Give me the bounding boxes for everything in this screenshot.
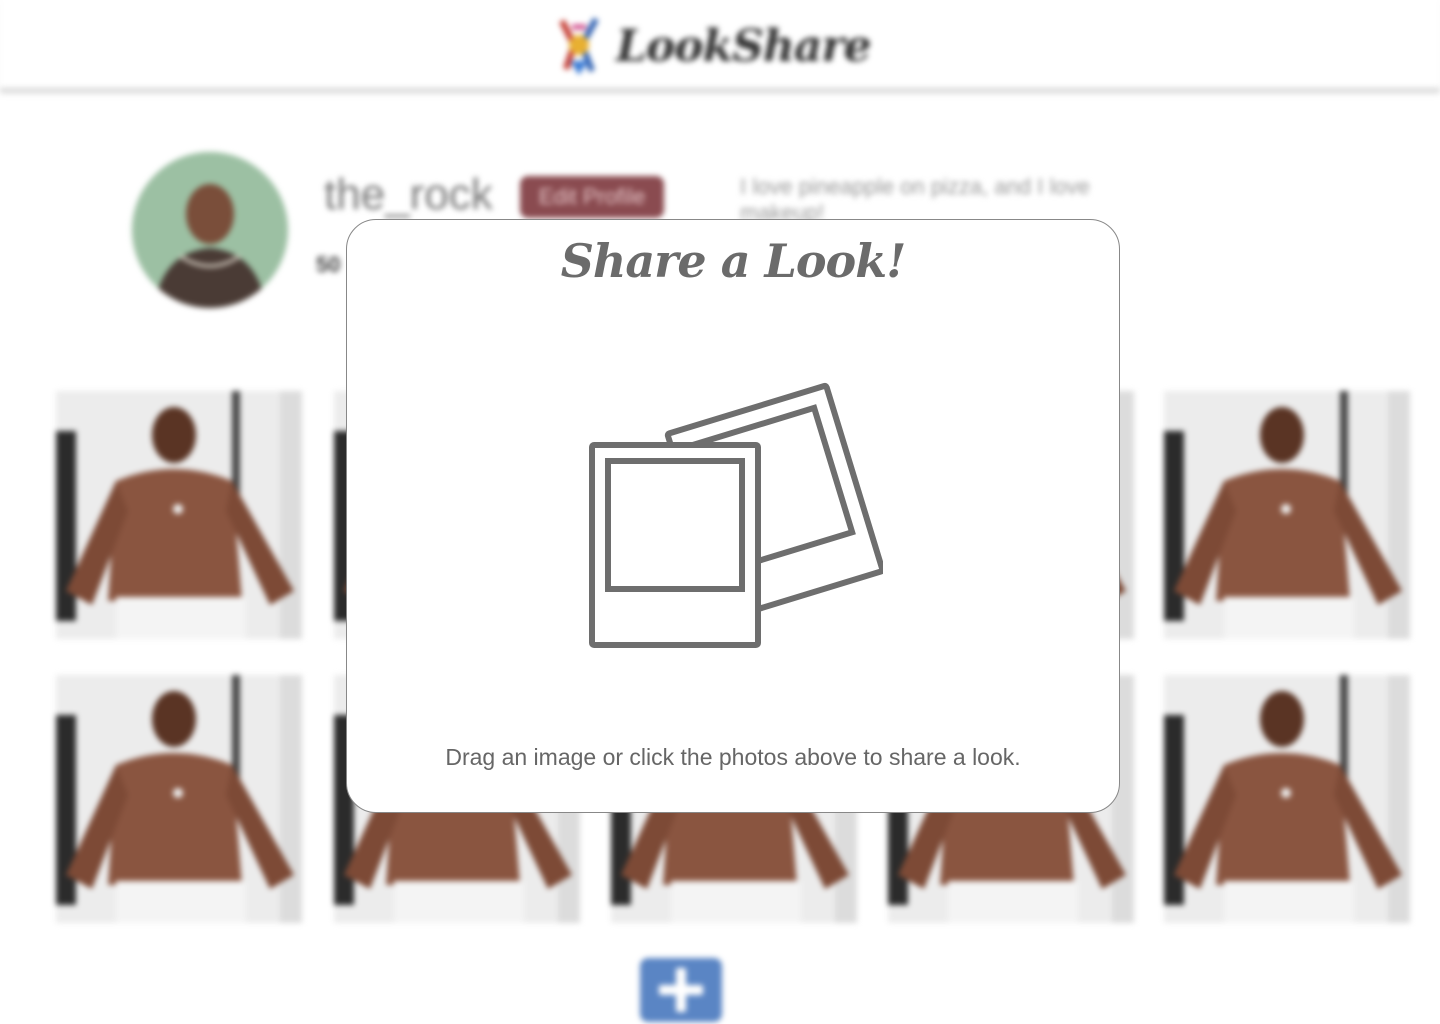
profile-username: the_rock xyxy=(324,170,493,219)
avatar[interactable] xyxy=(132,152,288,308)
app: LookShare the_rock Edit Profile I love p… xyxy=(0,0,1440,1024)
profile-stat: 50 xyxy=(316,252,341,277)
grid-photo[interactable] xyxy=(1164,675,1410,923)
edit-profile-button[interactable]: Edit Profile xyxy=(520,176,664,218)
modal-title: Share a Look! xyxy=(560,234,907,288)
modal-hint: Drag an image or click the photos above … xyxy=(445,744,1021,770)
grid-photo[interactable] xyxy=(56,391,302,639)
hanger-bouquet-logo-icon xyxy=(559,17,599,75)
add-look-button[interactable] xyxy=(640,958,722,1022)
grid-photo[interactable] xyxy=(1164,391,1410,639)
upload-photos-area[interactable] xyxy=(583,360,883,650)
share-look-modal: Share a Look! Drag an image or click the… xyxy=(346,219,1120,813)
site-header: LookShare xyxy=(0,0,1440,92)
logo-text: LookShare xyxy=(616,20,872,72)
grid-photo[interactable] xyxy=(56,675,302,923)
logo[interactable]: LookShare xyxy=(552,14,872,78)
photos-icon xyxy=(589,382,883,648)
